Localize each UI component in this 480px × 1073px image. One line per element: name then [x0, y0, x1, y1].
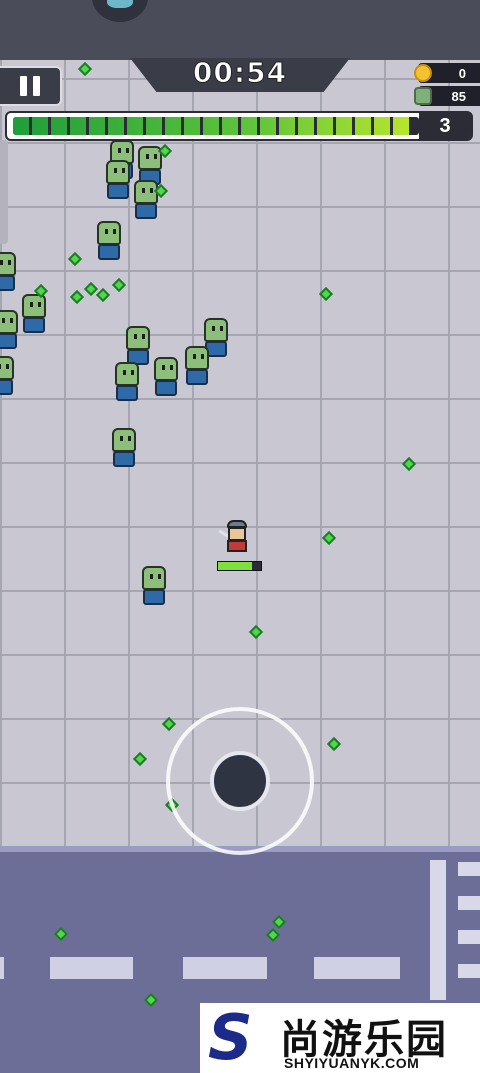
player-health-fill	[218, 562, 252, 570]
joystick-knob[interactable]	[210, 751, 270, 811]
xp-fill	[13, 117, 411, 135]
xp-gem	[248, 624, 264, 640]
lane-marking	[183, 957, 267, 979]
xp-gem	[318, 286, 334, 302]
pause-icon	[17, 76, 43, 96]
zombie-enemy	[20, 294, 48, 336]
lane-marking	[50, 957, 133, 979]
crosswalk-stripe	[458, 964, 480, 978]
top-wall	[0, 0, 480, 60]
game-arena[interactable]: 00:54 0 85 3 S 尚游乐园 SHYIYUANYK.COM	[0, 0, 480, 1073]
xp-gem	[111, 277, 127, 293]
lane-marking	[0, 957, 4, 979]
zombie-enemy	[95, 221, 123, 263]
xp-gem	[321, 530, 337, 546]
zombie-enemy	[140, 566, 168, 608]
xp-gem	[67, 251, 83, 267]
zombie-enemy	[0, 356, 16, 398]
zombie-enemy	[110, 428, 138, 470]
zombie-skull-icon	[414, 87, 432, 105]
xp-gem	[69, 289, 85, 305]
zombie-enemy	[183, 346, 211, 388]
watermark-logo: S 尚游乐园 SHYIYUANYK.COM	[200, 1003, 480, 1073]
zombie-enemy	[0, 310, 20, 352]
xp-gem	[326, 736, 342, 752]
coin-icon	[414, 64, 432, 82]
player-health-bar	[217, 561, 262, 571]
player-character	[218, 520, 254, 556]
crosswalk-stripe	[458, 896, 480, 910]
zombie-enemy	[113, 362, 141, 404]
crosswalk-post	[430, 860, 446, 1000]
level-indicator: 3	[419, 111, 471, 141]
zombie-enemy	[104, 160, 132, 202]
survival-timer: 00:54	[192, 56, 288, 90]
xp-gem	[132, 751, 148, 767]
xp-bar: 3	[5, 111, 473, 141]
zombie-enemy	[152, 357, 180, 399]
watermark-letter: S	[208, 1001, 253, 1073]
xp-gem	[401, 456, 417, 472]
zombie-enemy	[132, 180, 160, 222]
xp-gem	[95, 287, 111, 303]
xp-track	[13, 117, 419, 135]
xp-gem	[161, 716, 177, 732]
lane-marking	[314, 957, 400, 979]
pause-button[interactable]	[0, 66, 62, 106]
zombie-enemy	[0, 252, 18, 294]
watermark-text-en: SHYIYUANYK.COM	[284, 1055, 420, 1071]
crosswalk-stripe	[458, 930, 480, 944]
crosswalk-stripe	[458, 862, 480, 876]
arena-edge	[0, 140, 8, 244]
